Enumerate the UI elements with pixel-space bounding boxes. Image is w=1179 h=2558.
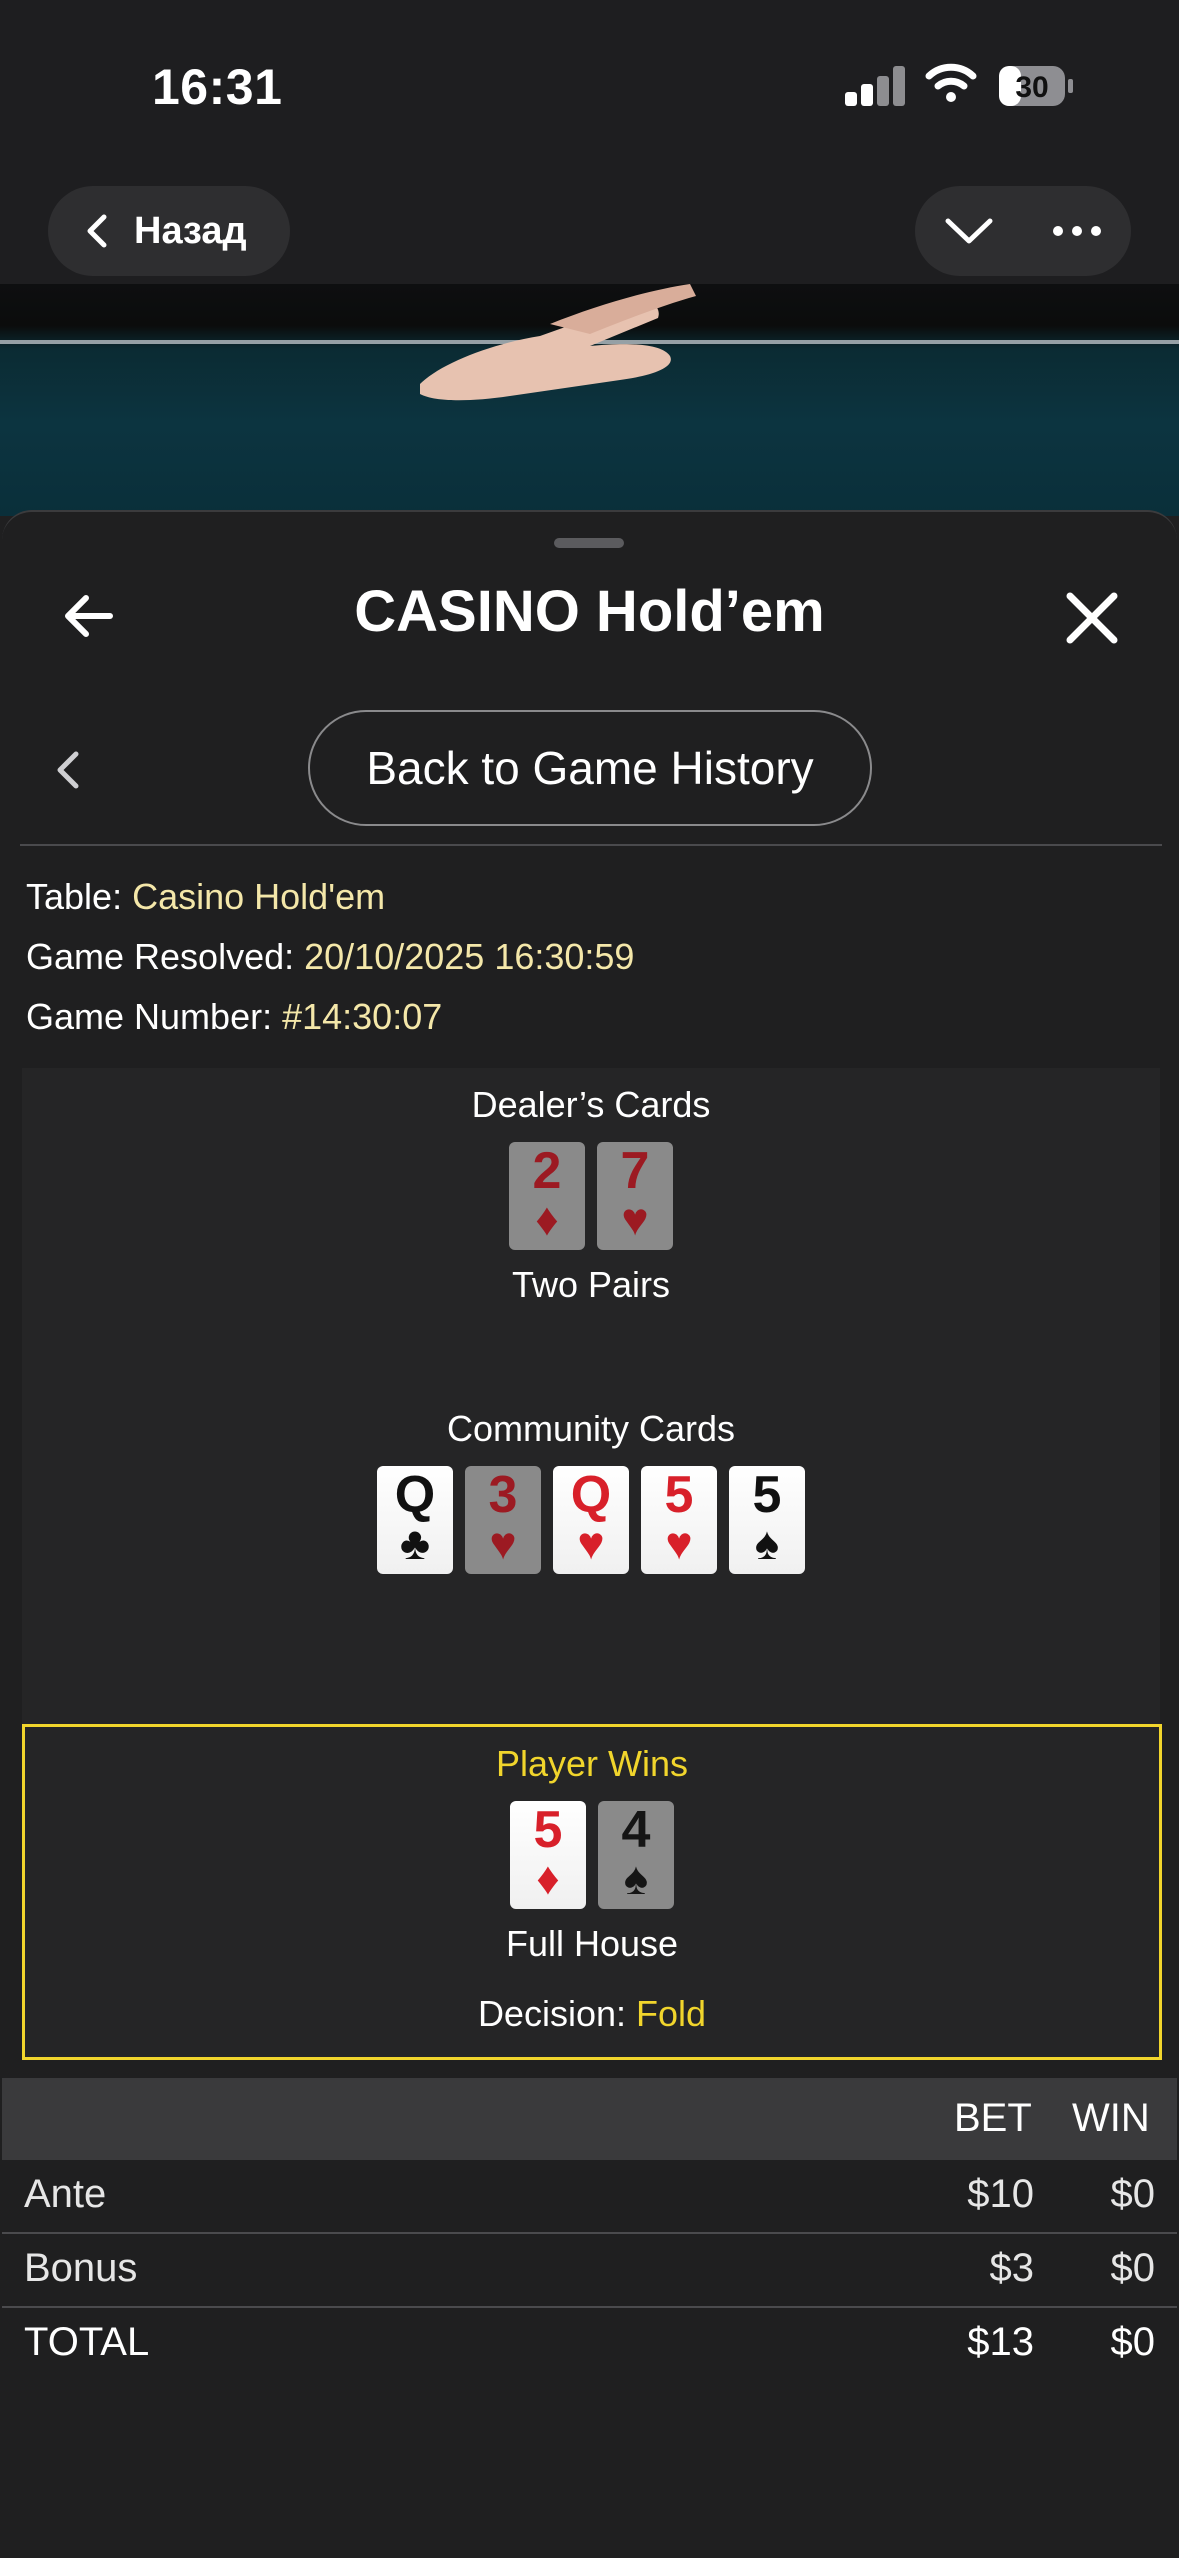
top-bar: 16:31 30 Назад [0, 0, 1179, 284]
card-suit-icon: ♠ [623, 1852, 649, 1904]
playing-card: 2 ♦ [509, 1142, 585, 1250]
close-icon[interactable] [1062, 588, 1122, 648]
decision-value: Fold [636, 1993, 707, 2034]
card-suit-icon: ♥ [489, 1517, 517, 1569]
card-rank: 7 [620, 1142, 650, 1200]
card-suit-icon: ♦ [535, 1193, 559, 1245]
table-info: Table: Casino Hold'em [26, 876, 385, 918]
card-suit-icon: ♥ [577, 1517, 605, 1569]
table-label: Table: [26, 876, 123, 917]
row-name: Ante [24, 2172, 107, 2216]
resolved-value: 20/10/2025 16:30:59 [304, 936, 635, 977]
card-suit-icon: ♦ [536, 1852, 560, 1904]
game-number-label: Game Number: [26, 996, 273, 1037]
community-cards: Q ♣ 3 ♥ Q ♥ 5 ♥ 5 ♠ [22, 1466, 1160, 1574]
chevron-down-icon[interactable] [942, 211, 996, 251]
cards-panel: Dealer’s Cards 2 ♦ 7 ♥ Two Pairs Community … [22, 1068, 1160, 1724]
row-win: $0 [1110, 2246, 1156, 2290]
row-bet: $3 [989, 2246, 1035, 2290]
card-rank: 5 [533, 1801, 563, 1859]
sheet-grabber[interactable] [554, 538, 624, 548]
playing-card: 4 ♠ [598, 1801, 674, 1909]
card-suit-icon: ♣ [399, 1517, 431, 1569]
row-name: Bonus [24, 2246, 138, 2290]
status-time: 16:31 [152, 59, 283, 115]
nav-back-button[interactable]: Назад [48, 186, 290, 276]
player-result-label: Player Wins [495, 1743, 689, 1784]
card-rank: 3 [488, 1466, 518, 1524]
dealer-cards: 2 ♦ 7 ♥ [22, 1142, 1160, 1250]
decision-label: Decision: [477, 1993, 626, 2034]
player-cards: 5 ♦ 4 ♠ [25, 1801, 1159, 1909]
table-value: Casino Hold'em [132, 876, 386, 917]
resolved-info: Game Resolved: 20/10/2025 16:30:59 [26, 936, 634, 978]
resolved-label: Game Resolved: [26, 936, 295, 977]
row-win: $0 [1110, 2172, 1156, 2216]
playing-card: 5 ♦ [510, 1801, 586, 1909]
nav-menu-group [915, 186, 1131, 276]
playing-card: 7 ♥ [597, 1142, 673, 1250]
table-row: TOTAL $13 $0 [2, 2308, 1177, 2380]
dealer-cards-label: Dealer’s Cards [471, 1084, 711, 1125]
game-number-value: #14:30:07 [282, 996, 443, 1037]
dealer-hands-image [420, 284, 696, 401]
game-details-sheet: CASINO Hold’em Back to Game History Tabl… [2, 510, 1177, 2558]
card-rank: Q [394, 1466, 436, 1524]
card-rank: 5 [752, 1466, 782, 1524]
card-suit-icon: ♥ [621, 1193, 649, 1245]
community-cards-label: Community Cards [446, 1408, 736, 1449]
table-row: Ante $10 $0 [2, 2160, 1177, 2232]
dealer-hand-rank: Two Pairs [511, 1264, 671, 1305]
game-number-info: Game Number: #14:30:07 [26, 996, 442, 1038]
player-hand-rank: Full House [505, 1923, 679, 1964]
row-win: $0 [1110, 2320, 1156, 2364]
chevron-left-icon [87, 214, 107, 248]
divider [20, 844, 1162, 846]
playing-card: 5 ♠ [729, 1466, 805, 1574]
card-rank: Q [570, 1466, 612, 1524]
card-rank: 2 [532, 1142, 562, 1200]
player-result-panel: Player Wins 5 ♦ 4 ♠ Full House Decision: Fo… [22, 1724, 1162, 2060]
card-rank: 4 [621, 1801, 651, 1859]
playing-card: Q ♣ [377, 1466, 453, 1574]
table-row: Bonus $3 $0 [2, 2234, 1177, 2306]
decision-line: Decision: Fold [25, 1993, 1159, 2035]
nav-back-label: Назад [134, 209, 247, 252]
card-suit-icon: ♥ [665, 1517, 693, 1569]
card-suit-icon: ♠ [754, 1517, 780, 1569]
sheet-title: CASINO Hold’em [354, 579, 825, 644]
live-video-preview [0, 284, 1179, 516]
battery-icon: 30 [999, 66, 1073, 106]
playing-card: 3 ♥ [465, 1466, 541, 1574]
cellular-signal-icon [845, 66, 905, 106]
playing-card: Q ♥ [553, 1466, 629, 1574]
battery-level: 30 [1015, 71, 1048, 104]
playing-card: 5 ♥ [641, 1466, 717, 1574]
wifi-icon [925, 63, 977, 102]
bets-table-header: BET WIN [2, 2078, 1177, 2160]
row-name: TOTAL [24, 2320, 150, 2364]
row-bet: $13 [967, 2320, 1034, 2364]
card-rank: 5 [664, 1466, 694, 1524]
back-to-history-button[interactable]: Back to Game History [308, 710, 872, 826]
win-column-header: WIN [1072, 2096, 1150, 2140]
more-icon[interactable] [1050, 221, 1104, 241]
chevron-left-icon[interactable] [52, 748, 86, 792]
bet-column-header: BET [954, 2096, 1032, 2140]
row-bet: $10 [967, 2172, 1034, 2216]
